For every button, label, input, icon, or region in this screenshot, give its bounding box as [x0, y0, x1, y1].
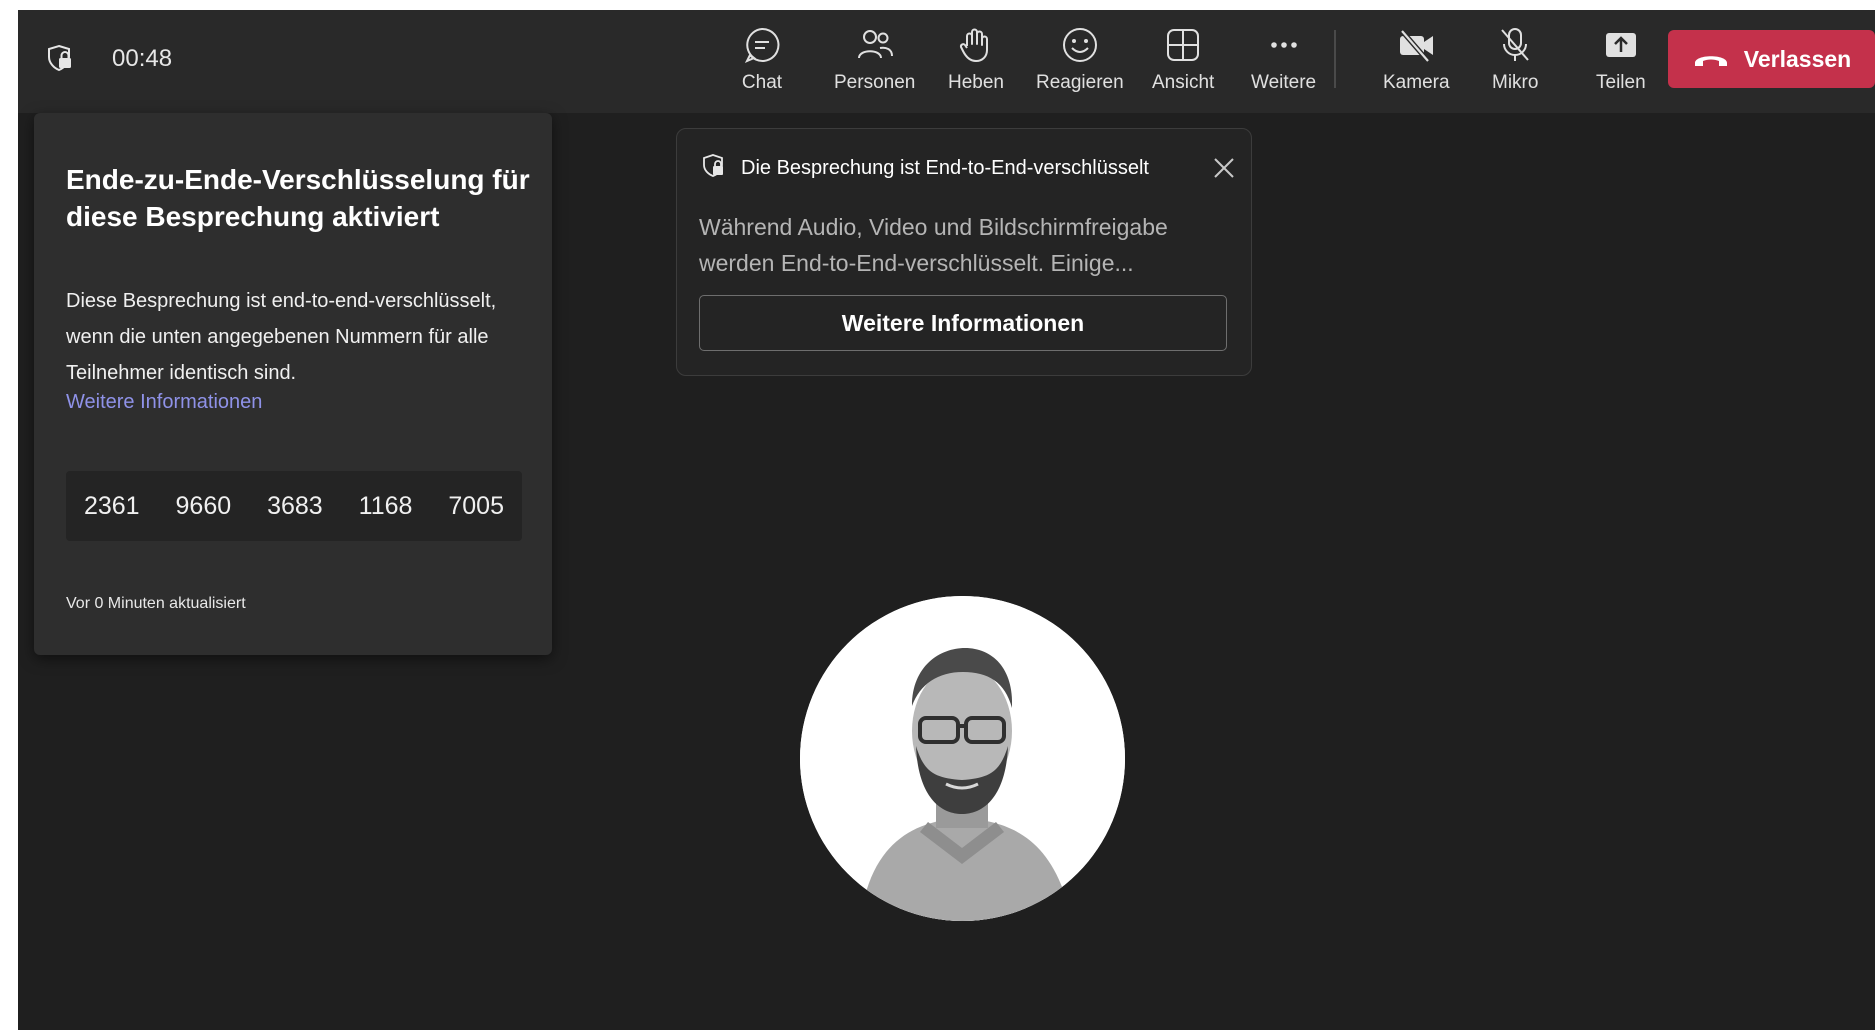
meeting-toolbar: 00:48 Chat Personen Heben Reagieren Ansi… [18, 10, 1875, 113]
share-button[interactable]: Teilen [1596, 24, 1646, 106]
e2e-panel-title: Ende-zu-Ende-Verschlüsselung für diese B… [66, 164, 530, 232]
meeting-window: 00:48 Chat Personen Heben Reagieren Ansi… [18, 10, 1875, 1030]
mic-label: Mikro [1492, 72, 1539, 93]
toast-message: Während Audio, Video und Bildschirmfreig… [699, 214, 1168, 276]
hang-up-icon [1694, 56, 1727, 66]
chat-button[interactable]: Chat [741, 24, 783, 106]
shield-lock-icon [703, 154, 723, 177]
smiley-icon [1062, 28, 1097, 62]
camera-off-icon [1400, 29, 1434, 63]
people-button[interactable]: Personen [834, 24, 915, 106]
more-info-button[interactable]: Weitere Informationen [699, 295, 1227, 351]
updated-timestamp: Vor 0 Minuten aktualisiert [66, 595, 246, 612]
people-label: Personen [834, 72, 916, 93]
more-label: Weitere [1251, 72, 1317, 93]
e2e-encryption-panel: Ende-zu-Ende-Verschlüsselung für diese B… [34, 113, 552, 655]
leave-button[interactable]: Verlassen [1668, 30, 1875, 88]
grid-view-icon [1167, 29, 1200, 61]
encryption-toast: Die Besprechung ist End-to-End-verschlüs… [676, 128, 1252, 376]
view-button[interactable]: Ansicht [1152, 24, 1214, 106]
chat-icon [744, 27, 780, 63]
participant-photo [800, 596, 1125, 921]
verification-code: 1168 [358, 491, 413, 520]
react-button[interactable]: Reagieren [1036, 24, 1124, 106]
verification-code: 2361 [83, 491, 140, 520]
verification-code: 7005 [448, 491, 504, 520]
verification-codes: 2361 9660 3683 1168 7005 [66, 471, 522, 541]
learn-more-link[interactable]: Weitere Informationen [66, 391, 262, 414]
verification-code: 3683 [267, 491, 323, 520]
call-timer: 00:48 [112, 45, 173, 72]
view-label: Ansicht [1152, 72, 1215, 93]
e2e-panel-body: Diese Besprechung ist end-to-end-verschl… [66, 290, 497, 384]
leave-label: Verlassen [1743, 45, 1852, 72]
share-icon [1605, 33, 1636, 57]
camera-label: Kamera [1383, 72, 1450, 93]
toast-title: Die Besprechung ist End-to-End-verschlüs… [741, 157, 1149, 179]
raise-hand-icon [959, 28, 988, 62]
mic-button[interactable]: Mikro [1492, 24, 1538, 106]
more-icon [1270, 42, 1297, 48]
react-label: Reagieren [1036, 72, 1124, 93]
chat-label: Chat [741, 72, 783, 93]
mic-off-icon [1501, 28, 1529, 61]
share-label: Teilen [1596, 72, 1646, 93]
more-button[interactable]: Weitere [1251, 24, 1316, 106]
verification-code: 9660 [175, 491, 232, 520]
shield-lock-icon[interactable] [45, 43, 75, 73]
toolbar-divider [1334, 30, 1336, 88]
close-icon[interactable] [1211, 155, 1237, 181]
participant-avatar[interactable] [800, 596, 1125, 921]
raise-hand-button[interactable]: Heben [948, 24, 1004, 106]
camera-button[interactable]: Kamera [1383, 24, 1450, 106]
people-icon [857, 30, 893, 59]
raise-hand-label: Heben [948, 72, 1004, 93]
